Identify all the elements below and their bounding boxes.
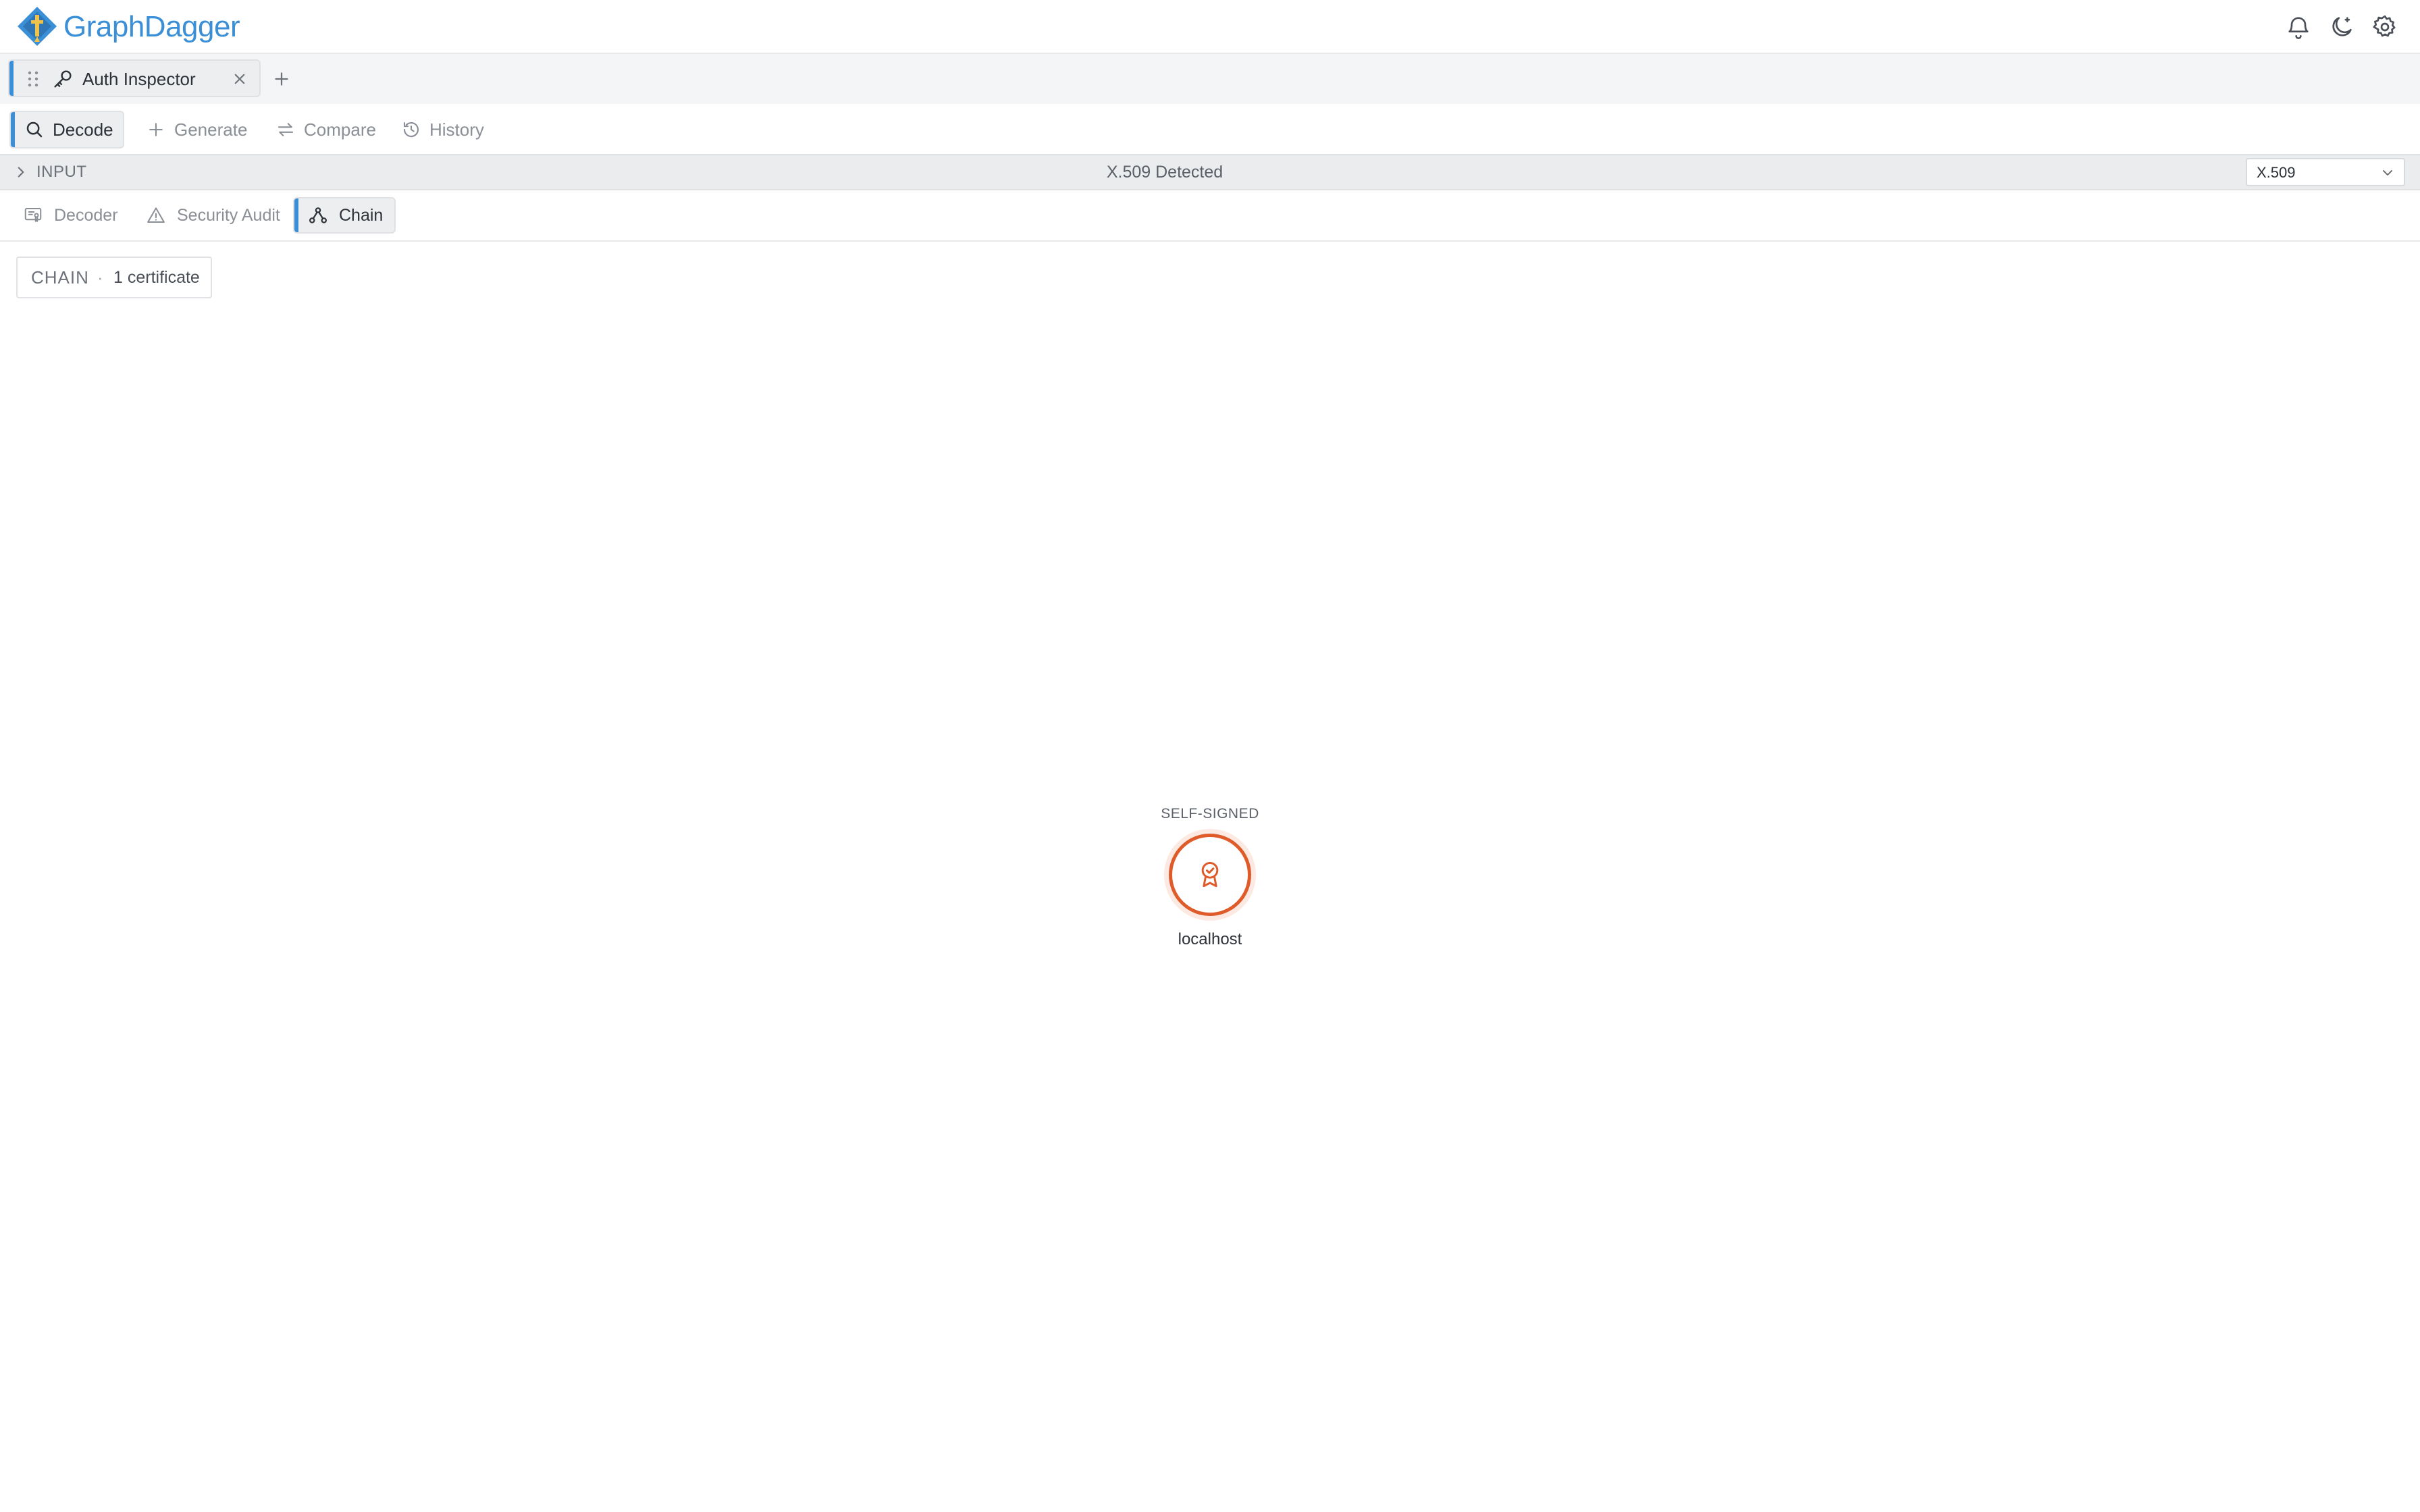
gear-icon[interactable] <box>2371 14 2398 40</box>
chain-separator: · <box>97 267 103 288</box>
chain-active-indicator <box>294 198 298 232</box>
certificate-doc-icon <box>24 208 42 222</box>
chain-summary-badge: CHAIN · 1 certificate <box>16 256 212 298</box>
moon-icon[interactable] <box>2328 14 2355 40</box>
chevron-down-icon <box>2379 165 2396 181</box>
node-self-signed-tag: SELF-SIGNED <box>1161 806 1259 821</box>
history-icon <box>403 122 419 138</box>
decode-button[interactable]: Decode <box>9 111 124 148</box>
tab-chain-label: Chain <box>339 205 384 225</box>
format-select[interactable]: X.509 <box>2246 158 2405 186</box>
compare-button[interactable]: Compare <box>262 111 377 148</box>
tab-chain[interactable]: Chain <box>293 197 396 234</box>
certificate-badge-icon <box>1196 860 1224 890</box>
key-icon <box>51 68 74 90</box>
tab-active-indicator <box>9 61 14 96</box>
close-icon[interactable] <box>230 69 250 89</box>
warning-triangle-icon <box>147 207 165 223</box>
tab-decoder[interactable]: Decoder <box>9 197 138 234</box>
generate-label: Generate <box>174 119 248 140</box>
app-header: GraphDagger <box>0 0 2420 54</box>
generate-button[interactable]: Generate <box>132 111 254 148</box>
history-button[interactable]: History <box>388 111 502 148</box>
tab-label: Auth Inspector <box>82 69 196 89</box>
chain-count: 1 certificate <box>113 268 200 287</box>
logo-icon <box>16 5 58 47</box>
certificate-node-name: localhost <box>1178 930 1242 948</box>
tab-security-audit[interactable]: Security Audit <box>132 197 294 234</box>
app-name: GraphDagger <box>63 10 240 43</box>
drag-handle-icon[interactable] <box>24 69 42 89</box>
tab-security-audit-label: Security Audit <box>177 205 280 225</box>
action-toolbar: Decode Generate Compare History <box>0 104 2420 154</box>
history-label: History <box>429 119 484 140</box>
compare-label: Compare <box>304 119 376 140</box>
network-icon <box>309 207 327 223</box>
decode-active-indicator <box>11 112 15 147</box>
swap-arrows-icon <box>278 123 294 136</box>
chevron-right-icon[interactable] <box>12 163 30 181</box>
input-label: INPUT <box>36 163 87 181</box>
tab-auth-inspector[interactable]: Auth Inspector <box>8 59 261 97</box>
format-select-value: X.509 <box>2257 164 2296 181</box>
plus-icon <box>149 123 163 136</box>
bell-icon[interactable] <box>2285 14 2312 40</box>
chain-title: CHAIN <box>31 267 89 288</box>
input-section-header[interactable]: INPUT X.509 Detected X.509 <box>0 154 2420 190</box>
tab-strip: Auth Inspector <box>0 54 2420 105</box>
result-subtabs: Decoder Security Audit Chain <box>0 190 2420 242</box>
tab-decoder-label: Decoder <box>54 205 118 225</box>
detected-format-status: X.509 Detected <box>1106 163 1224 182</box>
decode-label: Decode <box>53 119 113 140</box>
search-icon <box>26 122 43 138</box>
add-tab-icon[interactable] <box>270 68 293 90</box>
